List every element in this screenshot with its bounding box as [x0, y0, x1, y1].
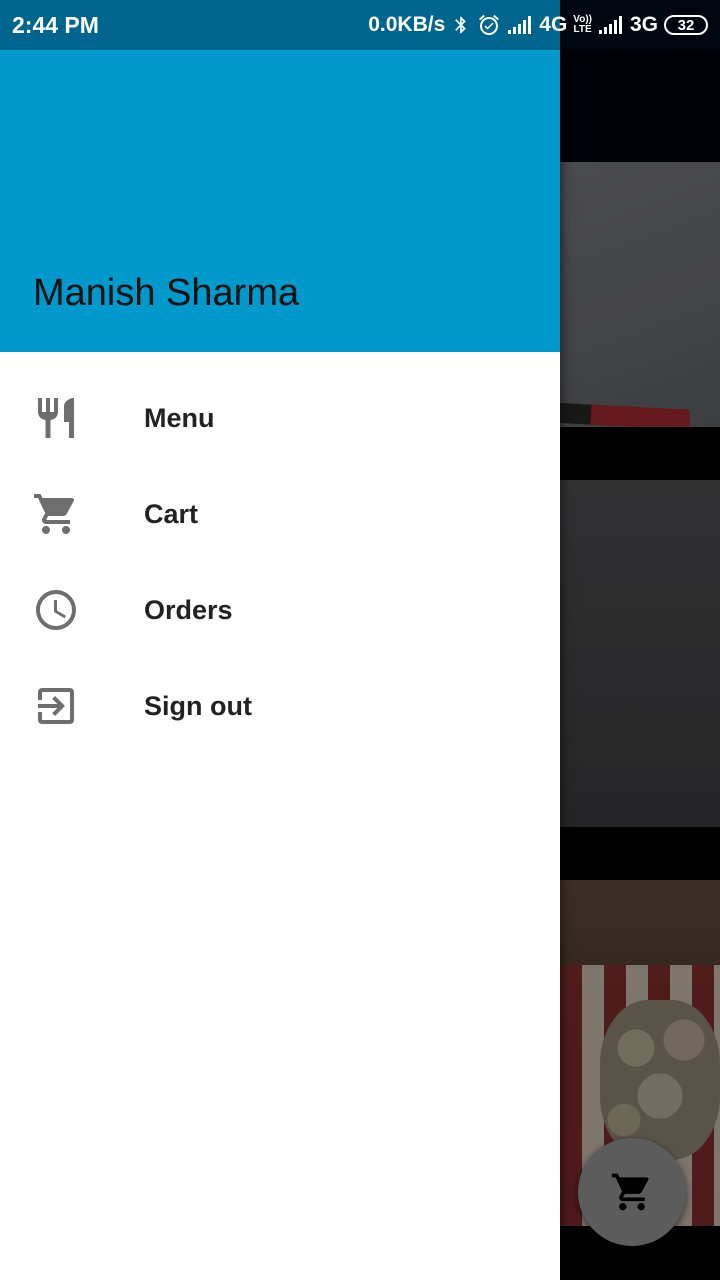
- user-name: Manish Sharma: [33, 272, 300, 314]
- drawer-header: Manish Sharma: [0, 50, 560, 352]
- volte-indicator: Vo)) LTE: [573, 14, 592, 35]
- network-speed: 0.0KB/s: [368, 13, 446, 36]
- cart-fab-button[interactable]: [578, 1138, 686, 1246]
- alarm-icon: [477, 13, 501, 37]
- nav-item-label: Sign out: [144, 690, 252, 721]
- fork-knife-icon: [32, 394, 80, 442]
- cart-icon: [611, 1173, 649, 1211]
- bluetooth-icon: [451, 13, 471, 37]
- navigation-drawer: Manish Sharma Menu Cart Orders Sign out: [0, 0, 560, 1280]
- status-indicators: 0.0KB/s 4G Vo)) LTE 3G 32: [368, 10, 708, 40]
- nav-item-label: Orders: [144, 594, 233, 625]
- status-bar: 2:44 PM 0.0KB/s 4G Vo)) LTE 3G 32: [0, 0, 720, 50]
- clock-icon: [32, 586, 80, 634]
- network-type-2: 3G: [629, 13, 658, 36]
- signal-icon: [507, 15, 533, 35]
- nav-item-orders[interactable]: Orders: [0, 562, 560, 658]
- nav-item-cart[interactable]: Cart: [0, 466, 560, 562]
- app-screen: Manish Sharma Menu Cart Orders Sign out …: [0, 0, 720, 1280]
- battery-indicator: 32: [664, 15, 708, 35]
- status-time: 2:44 PM: [12, 12, 99, 38]
- nav-item-menu[interactable]: Menu: [0, 370, 560, 466]
- nav-item-sign-out[interactable]: Sign out: [0, 658, 560, 754]
- cart-icon: [32, 490, 80, 538]
- nav-item-label: Cart: [144, 498, 199, 529]
- exit-icon: [32, 682, 80, 730]
- signal-icon: [598, 15, 624, 35]
- network-type-1: 4G: [539, 13, 568, 36]
- nav-item-label: Menu: [144, 402, 215, 433]
- nav-list: Menu Cart Orders Sign out: [0, 370, 560, 754]
